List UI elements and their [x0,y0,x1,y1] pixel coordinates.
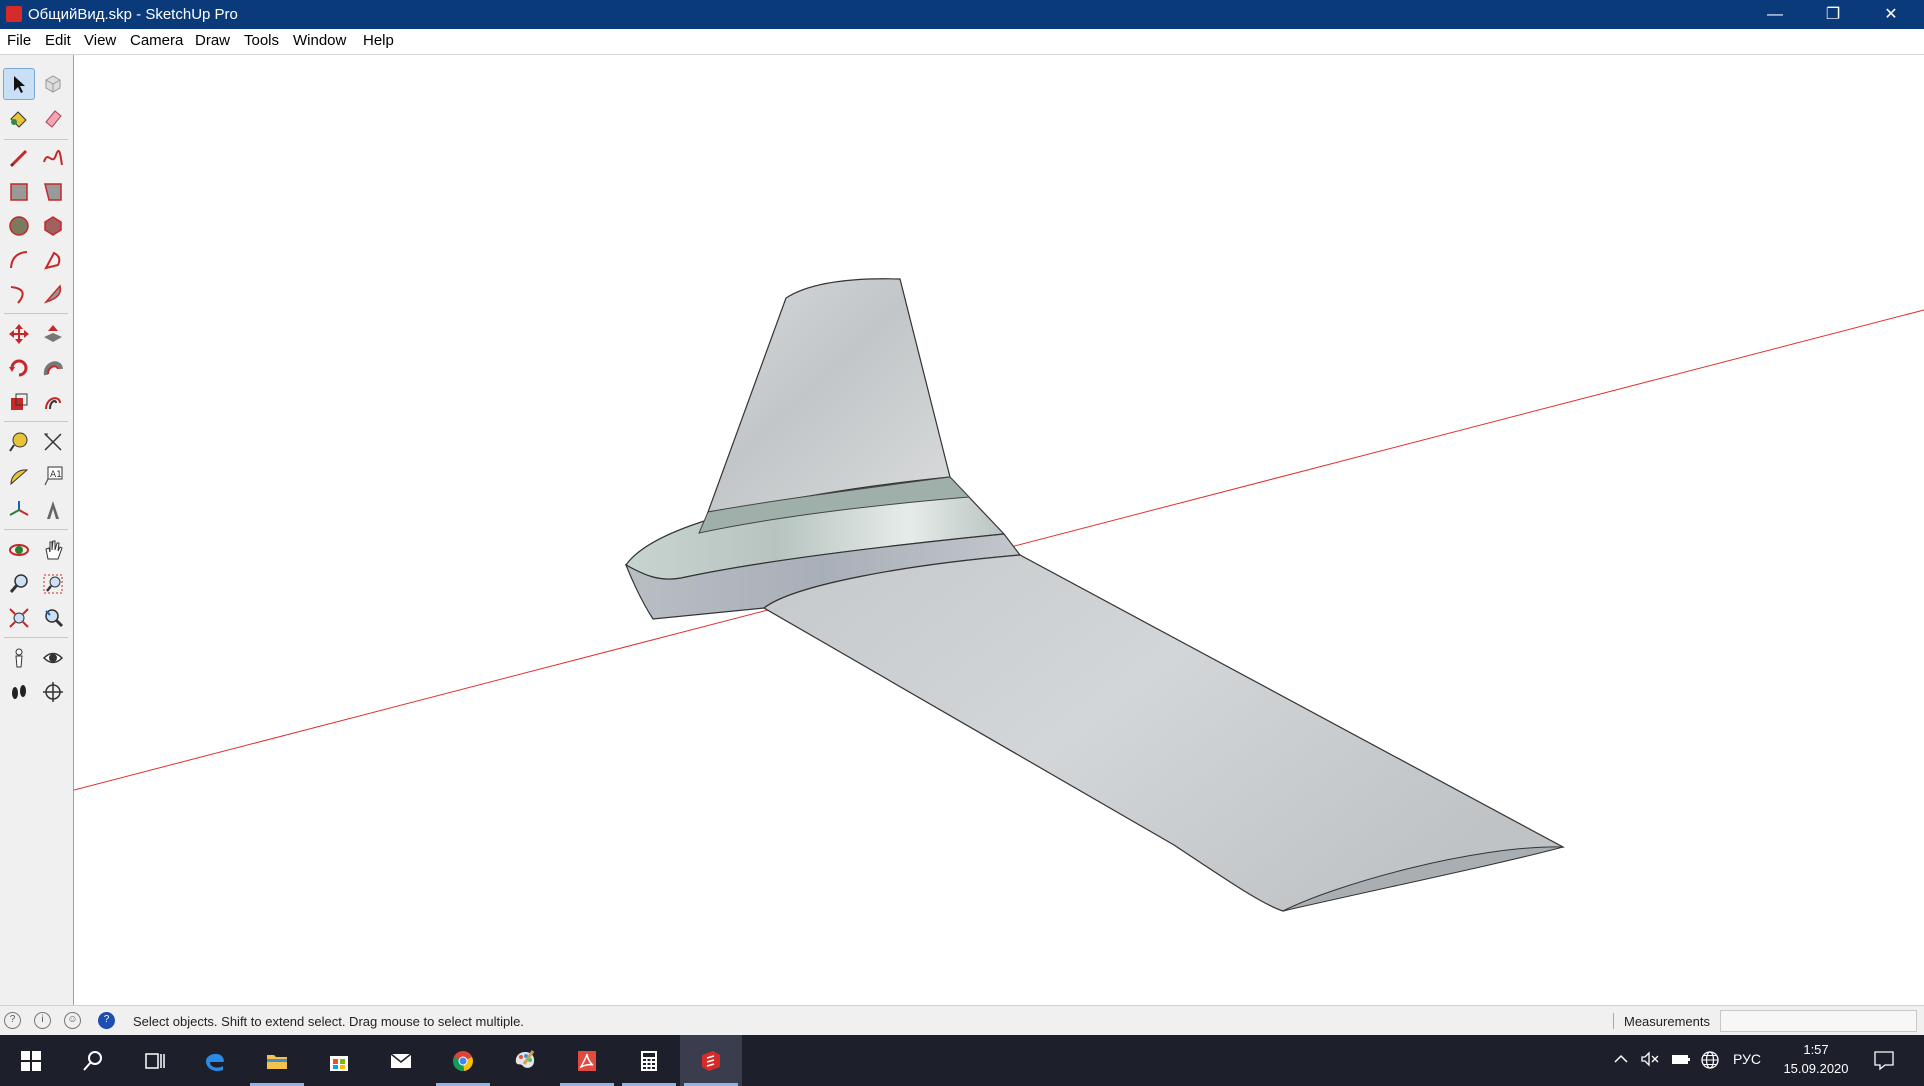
menu-help[interactable]: Help [356,32,401,49]
measurements-label: Measurements [1624,1014,1710,1029]
drawing-viewport[interactable] [73,55,1924,1005]
3d-text-tool[interactable] [38,495,68,525]
rotate-tool[interactable] [4,353,34,383]
component-tool[interactable] [38,69,68,99]
orbit-tool[interactable] [4,535,34,565]
start-button[interactable] [0,1035,62,1086]
svg-text:A1: A1 [50,470,62,480]
zoom-window-tool[interactable] [38,569,68,599]
pie-tool[interactable] [38,279,68,309]
scale-tool[interactable] [4,387,34,417]
model-scene [73,278,1924,912]
section-plane-tool[interactable] [38,677,68,707]
walk-tool[interactable] [4,677,34,707]
menu-file[interactable]: File [0,32,38,49]
zoom-tool[interactable] [4,569,34,599]
follow-me-tool[interactable] [38,353,68,383]
search-button[interactable] [62,1035,124,1086]
tape-measure-tool[interactable] [4,427,34,457]
rotated-rectangle-tool[interactable] [38,177,68,207]
toolbar-separator [4,529,68,530]
toolbar-separator [4,313,68,314]
select-tool[interactable] [3,68,35,100]
axes-tool[interactable] [4,495,34,525]
tool-palette: A1 [0,55,74,1005]
line-tool[interactable] [4,143,34,173]
toolbar-separator [4,139,68,140]
menu-bar: File Edit View Camera Draw Tools Window … [0,29,1924,55]
two-point-arc-tool[interactable] [38,245,68,275]
show-hidden-icons-icon[interactable] [1612,1050,1630,1071]
paint-app[interactable] [494,1035,556,1086]
near-wing [762,554,1565,912]
menu-draw[interactable]: Draw [188,32,237,49]
edge-app[interactable] [184,1035,246,1086]
chrome-app[interactable] [432,1035,494,1086]
battery-icon[interactable] [1670,1050,1692,1071]
maximize-button[interactable]: ❐ [1804,0,1862,29]
menu-camera[interactable]: Camera [123,32,190,49]
push-pull-tool[interactable] [38,319,68,349]
measurements-input[interactable] [1720,1010,1917,1032]
menu-view[interactable]: View [77,32,123,49]
mail-app[interactable] [370,1035,432,1086]
clock-date[interactable]: 15.09.2020 [1771,1061,1861,1076]
zoom-extents-tool[interactable] [4,603,34,633]
offset-tool[interactable] [38,387,68,417]
menu-tools[interactable]: Tools [237,32,286,49]
store-app[interactable] [308,1035,370,1086]
toolbar-separator [4,637,68,638]
toolbar-separator [4,421,68,422]
network-globe-icon[interactable] [1700,1050,1720,1073]
polygon-tool[interactable] [38,211,68,241]
clock-time[interactable]: 1:57 [1771,1042,1861,1057]
protractor-tool[interactable] [4,461,34,491]
measurements-separator [1613,1013,1614,1029]
pan-tool[interactable] [38,535,68,565]
close-button[interactable]: ✕ [1862,0,1920,29]
look-around-tool[interactable] [38,643,68,673]
three-point-arc-tool[interactable] [4,279,34,309]
circle-tool[interactable] [4,211,34,241]
geolocation-icon[interactable]: ? [4,1012,21,1029]
arc-tool[interactable] [4,245,34,275]
position-camera-tool[interactable] [4,643,34,673]
text-tool[interactable]: A1 [38,461,68,491]
status-bar: ? i ☺ ? Select objects. Shift to extend … [0,1005,1924,1036]
task-view-button[interactable] [124,1035,186,1086]
user-account-icon[interactable]: ☺ [64,1012,81,1029]
title-bar: ОбщийВид.skp - SketchUp Pro — ❐ ✕ [0,0,1924,29]
minimize-button[interactable]: — [1746,0,1804,29]
taskbar: РУС 1:57 15.09.2020 [0,1035,1924,1086]
dimension-tool[interactable] [38,427,68,457]
input-language-indicator[interactable]: РУС [1733,1051,1761,1067]
calculator-app[interactable] [618,1035,680,1086]
far-wing [707,278,951,513]
menu-edit[interactable]: Edit [38,32,78,49]
file-explorer-app[interactable] [246,1035,308,1086]
move-tool[interactable] [4,319,34,349]
previous-view-tool[interactable] [38,603,68,633]
credits-icon[interactable]: i [34,1012,51,1029]
rectangle-tool[interactable] [4,177,34,207]
action-center-icon[interactable] [1873,1049,1895,1074]
sketchup-app-icon [6,6,22,22]
eraser-tool[interactable] [38,103,68,133]
volume-muted-icon[interactable] [1640,1050,1660,1071]
window-title: ОбщийВид.skp - SketchUp Pro [28,6,238,23]
paint-bucket-tool[interactable] [4,103,34,133]
instructor-help-icon[interactable]: ? [98,1012,115,1029]
menu-window[interactable]: Window [286,32,353,49]
freehand-tool[interactable] [38,143,68,173]
pdf-app[interactable] [556,1035,618,1086]
sketchup-app[interactable] [680,1035,742,1086]
status-hint-text: Select objects. Shift to extend select. … [133,1014,524,1029]
